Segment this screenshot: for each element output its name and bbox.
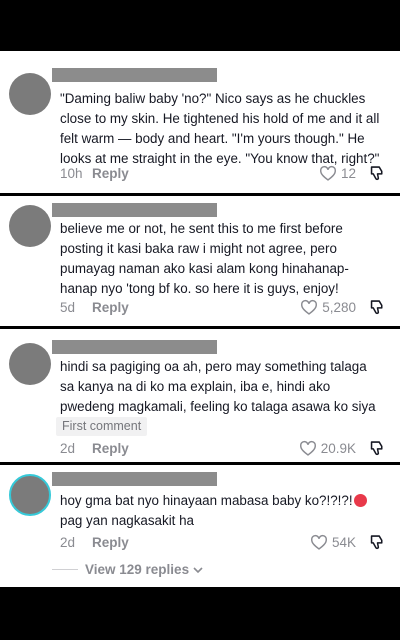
reply-button[interactable]: Reply: [92, 441, 129, 456]
dislike-icon[interactable]: [369, 533, 386, 551]
avatar[interactable]: [9, 73, 51, 115]
avatar-story-ring[interactable]: [9, 474, 51, 516]
like-count: 12: [340, 165, 356, 181]
reply-button[interactable]: Reply: [92, 535, 129, 550]
heart-icon: [301, 299, 318, 315]
comment-meta: 10h Reply 12: [60, 166, 386, 186]
username-redacted[interactable]: [52, 340, 217, 354]
avatar[interactable]: [9, 205, 51, 247]
reply-button[interactable]: Reply: [92, 166, 129, 181]
comment-card: believe me or not, he sent this to me fi…: [0, 196, 400, 326]
comment-time: 10h: [60, 166, 83, 181]
username-redacted[interactable]: [52, 203, 217, 217]
comment-card: hindi sa pagiging oa ah, pero may someth…: [0, 329, 400, 462]
divider: [52, 569, 78, 570]
comment-text: hoy gma bat nyo hinayaan mabasa baby ko?…: [60, 491, 384, 531]
comment-card: hoy gma bat nyo hinayaan mabasa baby ko?…: [0, 465, 400, 587]
dislike-icon[interactable]: [369, 164, 386, 182]
like-count: 54K: [331, 534, 356, 550]
view-replies-label: View 129 replies: [85, 562, 190, 577]
angry-face-icon: [353, 494, 367, 507]
like-count: 5,280: [322, 299, 356, 315]
comment-meta: 2d Reply 54K: [60, 535, 386, 555]
heart-icon: [299, 440, 316, 456]
comment-card: "Daming baliw baby 'no?" Nico says as he…: [0, 51, 400, 193]
comment-text-end: pag yan nagkasakit ha: [60, 513, 195, 528]
heart-icon: [319, 165, 336, 181]
comment-text: believe me or not, he sent this to me fi…: [60, 221, 349, 296]
like-button[interactable]: 5,280: [300, 299, 356, 315]
username-redacted[interactable]: [52, 472, 217, 486]
comment-time: 2d: [60, 535, 76, 550]
avatar[interactable]: [9, 343, 51, 385]
like-button[interactable]: 20.9K: [299, 440, 356, 456]
comment-meta: 5d Reply 5,280: [60, 300, 386, 320]
reply-button[interactable]: Reply: [92, 300, 129, 315]
heart-icon: [310, 534, 327, 550]
like-button[interactable]: 12: [319, 165, 356, 181]
view-replies-button[interactable]: View 129 replies: [52, 562, 203, 577]
chevron-down-icon: [193, 566, 203, 573]
comment-text-start: hoy gma bat nyo hinayaan mabasa baby ko?…: [60, 493, 353, 508]
comment-time: 2d: [60, 441, 76, 456]
comment-text: "Daming baliw baby 'no?" Nico says as he…: [60, 91, 380, 166]
like-count: 20.9K: [320, 440, 356, 456]
comment-meta: 2d Reply 20.9K: [60, 441, 386, 461]
dislike-icon[interactable]: [369, 439, 386, 457]
dislike-icon[interactable]: [369, 298, 386, 316]
first-comment-badge: First comment: [56, 417, 148, 436]
username-redacted[interactable]: [52, 68, 217, 82]
comment-time: 5d: [60, 300, 76, 315]
like-button[interactable]: 54K: [310, 534, 356, 550]
